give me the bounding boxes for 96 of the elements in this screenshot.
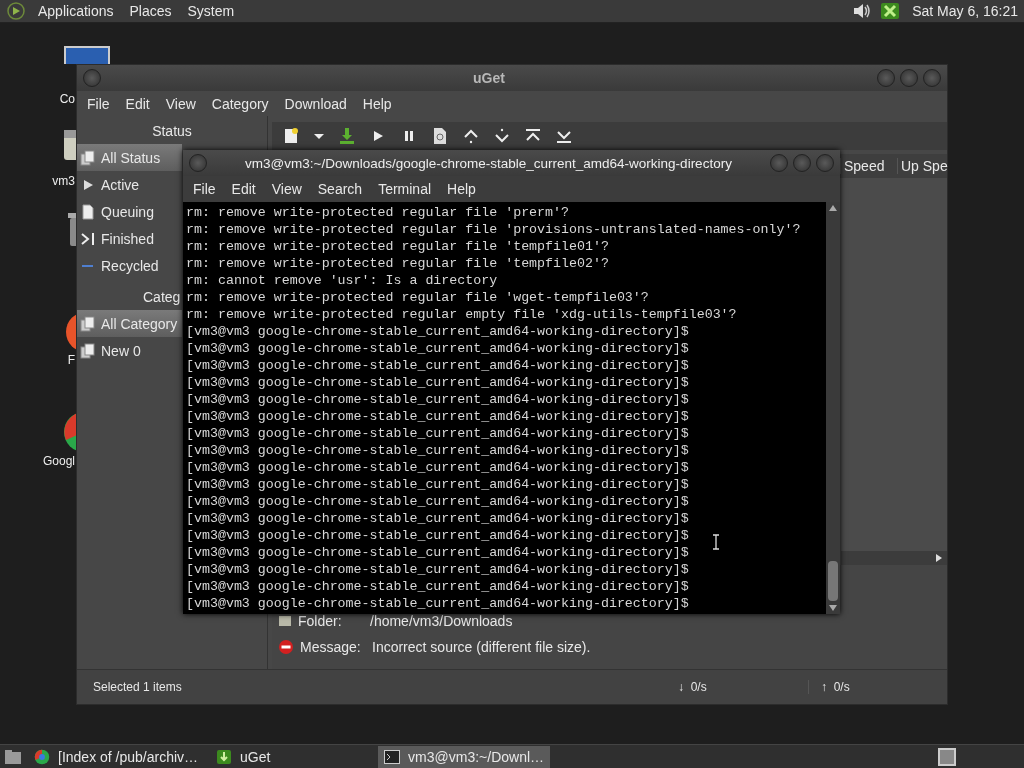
desktop-icon-label[interactable]: vm3 (52, 174, 75, 188)
download-tray-icon[interactable] (880, 2, 901, 20)
terminal-line: [vm3@vm3 google-chrome-stable_current_amd64-working-directory]$ (186, 425, 689, 442)
category-header: Categ (143, 288, 181, 307)
terminal-line: [vm3@vm3 google-chrome-stable_current_amd64-working-directory]$ (186, 340, 689, 357)
window-title: vm3@vm3:~/Downloads/google-chrome-stable_current_amd64-working-directory (244, 155, 733, 171)
menu-item[interactable]: Help (441, 181, 482, 197)
selection-count: Selected 1 items (93, 680, 182, 694)
scrollbar-thumb[interactable] (828, 561, 838, 601)
terminal-line: rm: remove write-protected regular file 'prerm'? (186, 204, 569, 221)
detail-label: Message: (300, 639, 362, 655)
vertical-scrollbar[interactable] (826, 202, 840, 614)
download-icon[interactable] (338, 127, 356, 145)
panel-menu[interactable]: Applications (34, 3, 118, 19)
documents-icon (80, 149, 96, 166)
terminal-line: [vm3@vm3 google-chrome-stable_current_amd64-working-directory]$ (186, 544, 689, 561)
scroll-up-icon[interactable] (829, 205, 837, 211)
desktop-icon-label[interactable]: Googl (42, 454, 75, 468)
menu-item[interactable]: Help (356, 95, 398, 112)
sidebar-item[interactable]: Finished (77, 225, 182, 252)
browser-ball-icon (34, 748, 50, 765)
finish-icon (80, 230, 96, 247)
menu-item[interactable]: View (265, 181, 308, 197)
menu-item[interactable]: Edit (119, 95, 156, 112)
terminal-line: rm: remove write-protected regular file 'wget-tempfile03'? (186, 289, 649, 306)
detail-value: /home/vm3/Downloads (370, 613, 513, 629)
menu-item[interactable]: Search (311, 181, 369, 197)
new-document-icon[interactable] (282, 127, 300, 145)
horizontal-scrollbar[interactable] (841, 551, 947, 565)
terminal-line: [vm3@vm3 google-chrome-stable_current_amd64-working-directory]$ (186, 374, 689, 391)
move-down-icon[interactable] (493, 127, 511, 145)
properties-icon[interactable] (431, 127, 449, 145)
sidebar-item[interactable]: Queuing (77, 198, 182, 225)
panel-menu[interactable]: Places (125, 3, 176, 19)
column-header[interactable]: Up Spe (897, 158, 947, 174)
menu-item[interactable]: Category (205, 95, 275, 112)
menu-item[interactable]: Download (278, 95, 353, 112)
menu-item[interactable]: Terminal (372, 181, 438, 197)
taskbar-item[interactable]: vm3@vm3:~/Downl… (378, 745, 551, 768)
terminal-line: [vm3@vm3 google-chrome-stable_current_amd64-working-directory]$ (186, 527, 689, 544)
scroll-right-icon[interactable] (935, 553, 943, 563)
detail-label: Folder: (298, 613, 343, 629)
computer-icon[interactable] (64, 46, 110, 64)
download-speed: ↓ 0/s (678, 680, 708, 694)
trash-icon[interactable] (68, 212, 76, 246)
detail-value: Incorrect source (different file size). (372, 639, 591, 655)
terminal-line: [vm3@vm3 google-chrome-stable_current_amd64-working-directory]$ (186, 510, 689, 527)
terminal-line: rm: remove write-protected regular file 'tempfile01'? (186, 238, 609, 255)
status-header: Status (152, 122, 192, 141)
terminal-line: rm: remove write-protected regular empty file 'xdg-utils-tempfile03'? (186, 306, 737, 323)
terminal-line: rm: cannot remove 'usr': Is a directory (186, 272, 498, 289)
error-icon (278, 639, 294, 655)
terminal-line: [vm3@vm3 google-chrome-stable_current_amd64-working-directory]$ (186, 561, 689, 578)
move-up-icon[interactable] (462, 127, 480, 145)
terminal-line: rm: remove write-protected regular file 'tempfile02'? (186, 255, 609, 272)
taskbar-item[interactable]: uGet (210, 745, 373, 768)
terminal-line: rm: remove write-protected regular file 'provisions-untranslated-names-only'? (186, 221, 801, 238)
document-icon (80, 203, 96, 220)
panel-menu[interactable]: System (183, 3, 239, 19)
text-cursor-icon (712, 534, 720, 550)
volume-icon[interactable] (852, 2, 873, 20)
documents-icon (80, 342, 96, 359)
workspace-switcher[interactable] (938, 747, 956, 766)
terminal-line: [vm3@vm3 google-chrome-stable_current_amd64-working-directory]$ (186, 578, 689, 595)
terminal-line: [vm3@vm3 google-chrome-stable_current_amd64-working-directory]$ (186, 391, 689, 408)
desktop-icon-label[interactable]: F (67, 353, 75, 367)
sidebar-item[interactable]: New 0 (77, 337, 182, 364)
menu-item[interactable]: File (81, 95, 116, 112)
terminal-icon (384, 749, 401, 764)
window-title: uGet (472, 70, 506, 86)
sidebar-item[interactable]: All Category (77, 310, 182, 337)
terminal-line: [vm3@vm3 google-chrome-stable_current_amd64-working-directory]$ (186, 476, 689, 493)
menu-item[interactable]: Edit (225, 181, 262, 197)
menu-item[interactable]: View (159, 95, 202, 112)
folder-icon (278, 614, 292, 628)
terminal-line: [vm3@vm3 google-chrome-stable_current_amd64-working-directory]$ (186, 323, 689, 340)
sidebar-item[interactable]: All Status (77, 144, 182, 171)
clock[interactable]: Sat May 6, 16:21 (912, 3, 1018, 19)
documents-icon (80, 315, 96, 332)
upload-speed: ↑ 0/s (808, 680, 931, 694)
minus-icon (82, 264, 93, 267)
terminal-line: [vm3@vm3 google-chrome-stable_current_amd64-working-directory]$ (186, 408, 689, 425)
desktop-icon-label[interactable]: Co (59, 92, 75, 106)
taskbar-item[interactable]: [Index of /pub/archiv… (28, 745, 205, 768)
menu-item[interactable]: File (187, 181, 222, 197)
menu-logo-icon[interactable] (6, 1, 26, 21)
sidebar-item[interactable]: Active (77, 171, 182, 198)
sidebar-item[interactable]: Recycled (77, 252, 182, 279)
terminal-line: [vm3@vm3 google-chrome-stable_current_amd64-working-directory]$ (186, 357, 689, 374)
scroll-down-icon[interactable] (829, 605, 837, 611)
terminal-line: [vm3@vm3 google-chrome-stable_current_amd64-working-directory]$ (186, 595, 689, 612)
terminal-line: [vm3@vm3 google-chrome-stable_current_amd64-working-directory]$ (186, 459, 689, 476)
download-app-icon (216, 748, 233, 765)
terminal-line: [vm3@vm3 google-chrome-stable_current_amd64-working-directory]$ (186, 493, 689, 510)
show-desktop-icon[interactable] (4, 748, 22, 765)
terminal-line: [vm3@vm3 google-chrome-stable_current_amd64-working-directory]$ (186, 442, 689, 459)
